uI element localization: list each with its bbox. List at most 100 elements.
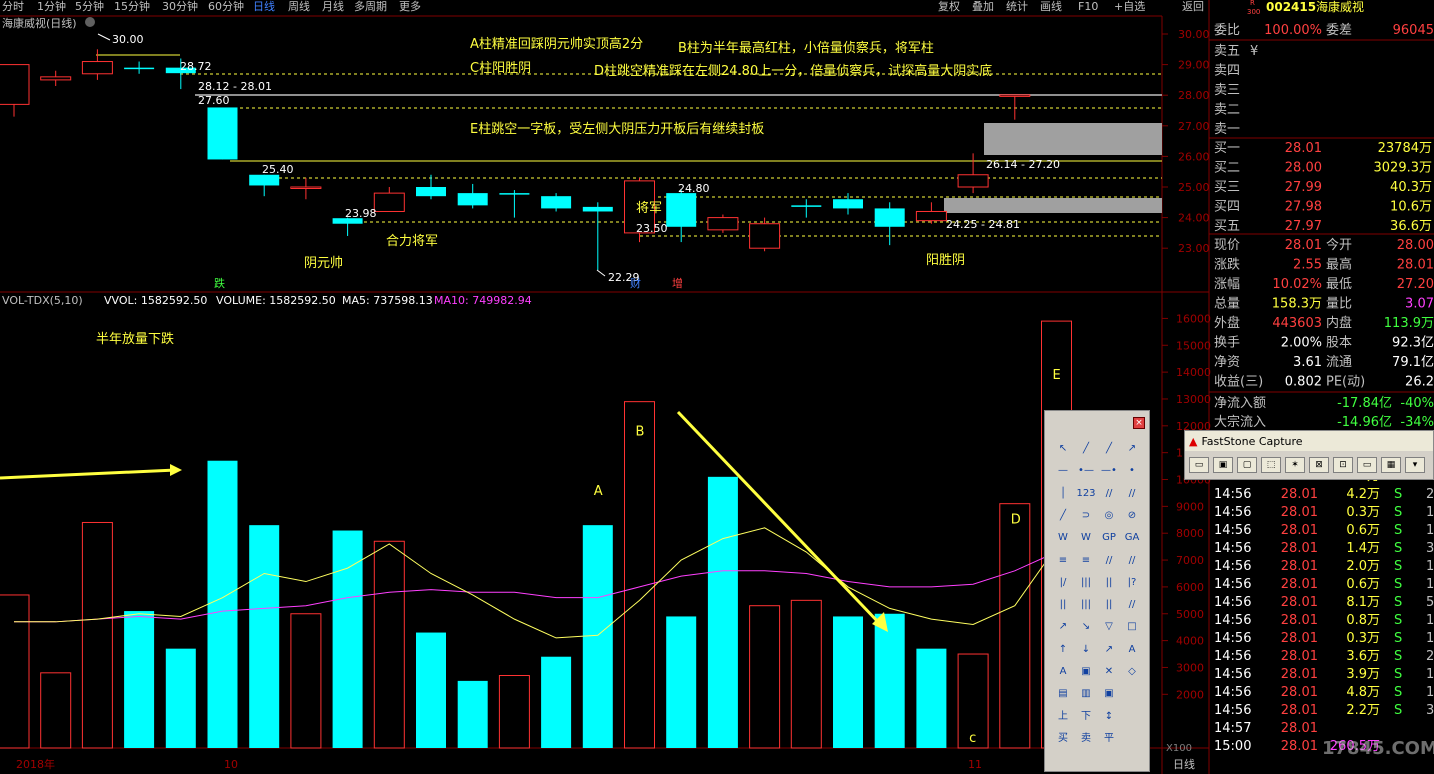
- open-file-button[interactable]: ▭: [1189, 457, 1209, 473]
- capture-rect-button[interactable]: ⬚: [1261, 457, 1281, 473]
- draw-tool-button[interactable]: —•: [1099, 461, 1119, 481]
- draw-tool-button[interactable]: //: [1122, 484, 1142, 504]
- close-icon[interactable]: ×: [1133, 417, 1145, 429]
- draw-tool-button[interactable]: A: [1053, 662, 1073, 682]
- draw-tool-button[interactable]: ╱: [1099, 439, 1119, 459]
- tool-grid[interactable]: ↖ ╱ ╱ ↗ — •— —• • │ 123////╱ ⊃ ◎ ⊘ W W GP GA ≡ ≡////|/||| |…: [1053, 439, 1143, 765]
- candle-body-down: [833, 199, 863, 209]
- draw-tool-button[interactable]: ≡: [1053, 551, 1073, 571]
- draw-tool-button[interactable]: |||: [1076, 573, 1096, 593]
- capture-full-button[interactable]: ⊠: [1309, 457, 1329, 473]
- draw-tool-button[interactable]: ⊘: [1122, 506, 1142, 526]
- price-label-range3: 24.25 - 24.81: [946, 218, 1020, 231]
- weicha-label: 委差: [1326, 23, 1352, 38]
- candle-body-up: [707, 217, 739, 231]
- draw-tool-button[interactable]: 下: [1076, 707, 1096, 727]
- draw-tool-button[interactable]: ↓: [1076, 640, 1096, 660]
- draw-tool-button[interactable]: |||: [1076, 595, 1096, 615]
- flow-pct: -34%: [1400, 415, 1434, 430]
- draw-tool-button[interactable]: ╱: [1053, 506, 1073, 526]
- draw-tool-button[interactable]: •—: [1076, 461, 1096, 481]
- vol-tick-label: 15000: [1176, 339, 1211, 352]
- output-button[interactable]: ▾: [1405, 457, 1425, 473]
- vol-tick-label: 8000: [1176, 527, 1204, 540]
- draw-tool-button[interactable]: ≡: [1076, 551, 1096, 571]
- draw-tool-button[interactable]: |/: [1053, 573, 1073, 593]
- capture-scroll-button[interactable]: ⊡: [1333, 457, 1353, 473]
- stat-value: 10.02%: [1272, 277, 1322, 292]
- draw-tool-button[interactable]: W: [1076, 528, 1096, 548]
- draw-tool-button[interactable]: [1122, 684, 1142, 704]
- stat-value: 26.2: [1405, 375, 1434, 390]
- capture-logo-icon: ▲: [1189, 434, 1198, 448]
- period-toolbar: 分时 1分钟 5分钟 15分钟 30分钟 60分钟 日线 周线 月线 多周期 更多 复权 叠加 统计 画线 F…: [2, 0, 1364, 30]
- draw-tool-button[interactable]: ▣: [1099, 684, 1119, 704]
- draw-tool-button[interactable]: ▣: [1076, 662, 1096, 682]
- tick-price: 28.01: [1281, 505, 1318, 520]
- watermark: 17845.COM: [1322, 738, 1434, 759]
- draw-tool-button[interactable]: GP: [1099, 528, 1119, 548]
- vol-tick-label: 9000: [1176, 500, 1204, 513]
- draw-tool-button[interactable]: ⊃: [1076, 506, 1096, 526]
- tick-time: 14:56: [1214, 703, 1251, 718]
- capture-object-button[interactable]: ▢: [1237, 457, 1257, 473]
- draw-tool-button[interactable]: ↗: [1099, 640, 1119, 660]
- stat-label: 换手: [1214, 336, 1240, 351]
- draw-tool-button[interactable]: ||: [1099, 573, 1119, 593]
- tick-time: 14:56: [1214, 559, 1251, 574]
- draw-tool-button[interactable]: ✕: [1099, 662, 1119, 682]
- draw-tool-button[interactable]: 上: [1053, 707, 1073, 727]
- draw-tool-button[interactable]: ╱: [1076, 439, 1096, 459]
- draw-tool-button[interactable]: │: [1053, 484, 1073, 504]
- draw-tool-button[interactable]: ▥: [1076, 684, 1096, 704]
- draw-tool-button[interactable]: ||: [1053, 595, 1073, 615]
- draw-tool-button[interactable]: ▽: [1099, 617, 1119, 637]
- draw-tool-button[interactable]: //: [1122, 551, 1142, 571]
- draw-tool-button[interactable]: 卖: [1076, 729, 1096, 749]
- draw-tool-button[interactable]: ◎: [1099, 506, 1119, 526]
- draw-tool-button[interactable]: [1122, 707, 1142, 727]
- draw-tool-button[interactable]: W: [1053, 528, 1073, 548]
- fastcapture-titlebar[interactable]: ▲ FastStone Capture: [1185, 431, 1433, 451]
- capture-video-button[interactable]: ▦: [1381, 457, 1401, 473]
- capture-fixed-button[interactable]: ▭: [1357, 457, 1377, 473]
- draw-tool-button[interactable]: ↗: [1122, 439, 1142, 459]
- fastcapture-toolbox[interactable]: × ↖ ╱ ╱ ↗ — •— —• • │ 123////╱ ⊃ ◎ ⊘ W W GP GA ≡ ≡////|/||…: [1044, 410, 1150, 772]
- draw-tool-button[interactable]: ↖: [1053, 439, 1073, 459]
- draw-tool-button[interactable]: GA: [1122, 528, 1142, 548]
- draw-tool-button[interactable]: ↗: [1053, 617, 1073, 637]
- draw-tool-button[interactable]: 平: [1099, 729, 1119, 749]
- capture-window-button[interactable]: ▣: [1213, 457, 1233, 473]
- draw-tool-button[interactable]: ↕: [1099, 707, 1119, 727]
- tick-volume: 4.2万: [1346, 487, 1380, 502]
- draw-tool-button[interactable]: |?: [1122, 573, 1142, 593]
- draw-tool-button[interactable]: —: [1053, 461, 1073, 481]
- draw-tool-button[interactable]: 买: [1053, 729, 1073, 749]
- draw-tool-button[interactable]: ||: [1099, 595, 1119, 615]
- draw-tool-button[interactable]: ▤: [1053, 684, 1073, 704]
- capture-freehand-button[interactable]: ✶: [1285, 457, 1305, 473]
- draw-tool-button[interactable]: //: [1122, 595, 1142, 615]
- draw-tool-button[interactable]: ↑: [1053, 640, 1073, 660]
- draw-tool-button[interactable]: A: [1122, 640, 1142, 660]
- stat-value: 28.00: [1397, 238, 1434, 253]
- stat-value: 158.3万: [1272, 297, 1322, 312]
- vol-bar-down: [207, 460, 238, 748]
- fastcapture-window[interactable]: ▲ FastStone Capture ▭ ▣ ▢ ⬚ ✶ ⊠ ⊡ ▭ ▦ ▾: [1184, 430, 1434, 480]
- tick-volume: 2.0万: [1346, 559, 1380, 574]
- stat-value: 2.00%: [1281, 336, 1322, 351]
- draw-tool-button[interactable]: □: [1122, 617, 1142, 637]
- capture-buttons[interactable]: ▭ ▣ ▢ ⬚ ✶ ⊠ ⊡ ▭ ▦ ▾: [1185, 451, 1433, 479]
- draw-tool-button[interactable]: //: [1099, 484, 1119, 504]
- vol-bar-up: [373, 540, 405, 749]
- draw-tool-button[interactable]: •: [1122, 461, 1142, 481]
- draw-tool-button[interactable]: ◇: [1122, 662, 1142, 682]
- tick-count: 1: [1426, 559, 1434, 574]
- quote-panel: 委比 100.00% 委差 96045 卖五 ¥ 卖四卖三卖二卖一买一 28.01 23784万…: [1209, 23, 1434, 754]
- draw-tool-button[interactable]: //: [1099, 551, 1119, 571]
- draw-tool-button[interactable]: ↘: [1076, 617, 1096, 637]
- draw-tool-button[interactable]: [1122, 729, 1142, 749]
- draw-tool-button[interactable]: 123: [1076, 484, 1096, 504]
- vol-tick-label: 14000: [1176, 366, 1211, 379]
- vol-bar-up: [81, 521, 113, 749]
